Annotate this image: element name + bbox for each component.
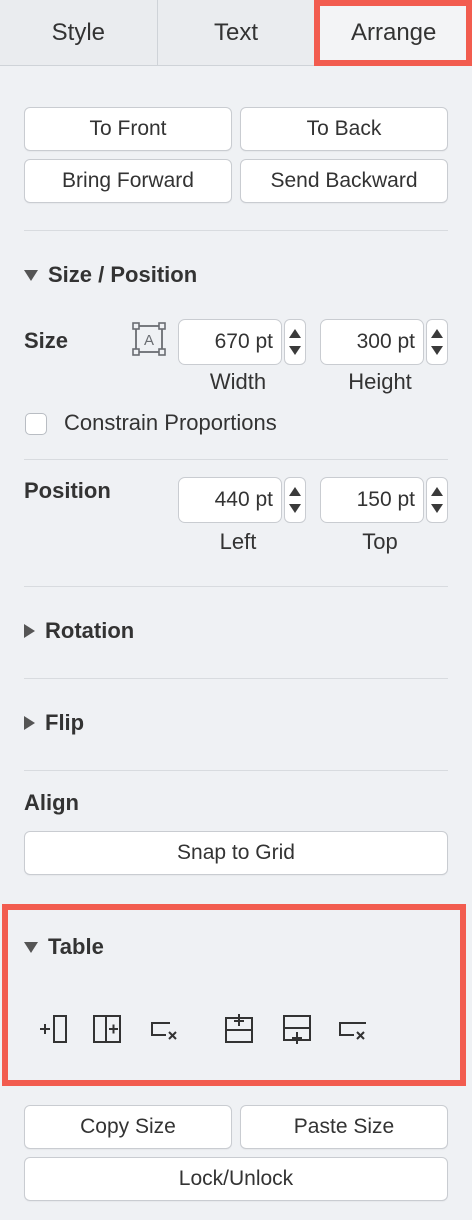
- tab-style[interactable]: Style: [0, 0, 158, 65]
- size-position-title: Size / Position: [48, 262, 198, 287]
- tab-text[interactable]: Text: [157, 0, 316, 65]
- collapse-triangle-icon: [24, 269, 38, 281]
- table-header[interactable]: Table: [24, 934, 104, 960]
- lock-unlock-button[interactable]: Lock/Unlock: [24, 1157, 448, 1201]
- delete-column-icon[interactable]: [148, 1012, 182, 1046]
- delete-row-icon[interactable]: [336, 1012, 370, 1046]
- divider: [24, 230, 448, 231]
- arrow-up-icon: [431, 487, 443, 496]
- top-label: Top: [362, 529, 398, 554]
- rotation-title: Rotation: [45, 618, 135, 643]
- tab-arrange[interactable]: Arrange: [315, 0, 472, 65]
- arrow-down-icon: [289, 346, 301, 355]
- bring-forward-button[interactable]: Bring Forward: [24, 159, 232, 203]
- table-title: Table: [48, 934, 104, 959]
- arrow-up-icon: [431, 329, 443, 338]
- paste-size-button[interactable]: Paste Size: [240, 1105, 448, 1149]
- divider: [24, 459, 448, 460]
- divider: [24, 586, 448, 587]
- width-label: Width: [209, 369, 267, 394]
- width-input[interactable]: 670 pt: [178, 319, 282, 365]
- arrow-down-icon: [289, 504, 301, 513]
- collapse-triangle-icon: [24, 941, 38, 953]
- flip-header[interactable]: Flip: [24, 710, 84, 736]
- text-fit-size-icon[interactable]: A: [132, 322, 166, 356]
- top-input[interactable]: 150 pt: [320, 477, 424, 523]
- flip-title: Flip: [45, 710, 85, 735]
- constrain-proportions-checkbox[interactable]: [25, 413, 47, 435]
- size-label: Size: [24, 328, 69, 353]
- rotation-header[interactable]: Rotation: [24, 618, 134, 644]
- svg-text:A: A: [144, 332, 154, 349]
- arrow-up-icon: [289, 329, 301, 338]
- arrow-down-icon: [431, 504, 443, 513]
- left-input[interactable]: 440 pt: [178, 477, 282, 523]
- width-stepper[interactable]: [284, 319, 306, 365]
- copy-size-button[interactable]: Copy Size: [24, 1105, 232, 1149]
- divider: [24, 770, 448, 771]
- size-position-header[interactable]: Size / Position: [24, 262, 197, 288]
- expand-triangle-icon: [24, 716, 35, 730]
- align-title: Align: [24, 790, 79, 815]
- position-label: Position: [24, 478, 111, 503]
- top-stepper[interactable]: [426, 477, 448, 523]
- left-stepper[interactable]: [284, 477, 306, 523]
- divider: [24, 678, 448, 679]
- insert-column-before-icon[interactable]: [36, 1012, 70, 1046]
- snap-to-grid-button[interactable]: Snap to Grid: [24, 831, 448, 875]
- insert-row-after-icon[interactable]: [280, 1012, 314, 1046]
- height-input[interactable]: 300 pt: [320, 319, 424, 365]
- left-label: Left: [219, 529, 257, 554]
- expand-triangle-icon: [24, 624, 35, 638]
- insert-column-after-icon[interactable]: [90, 1012, 124, 1046]
- to-front-button[interactable]: To Front: [24, 107, 232, 151]
- height-label: Height: [348, 369, 412, 394]
- height-stepper[interactable]: [426, 319, 448, 365]
- to-back-button[interactable]: To Back: [240, 107, 448, 151]
- constrain-proportions-label[interactable]: Constrain Proportions: [64, 410, 277, 436]
- insert-row-before-icon[interactable]: [222, 1012, 256, 1046]
- arrow-up-icon: [289, 487, 301, 496]
- send-backward-button[interactable]: Send Backward: [240, 159, 448, 203]
- format-tabs: Style Text Arrange: [0, 0, 472, 66]
- arrow-down-icon: [431, 346, 443, 355]
- table-section-highlight: [2, 904, 466, 1086]
